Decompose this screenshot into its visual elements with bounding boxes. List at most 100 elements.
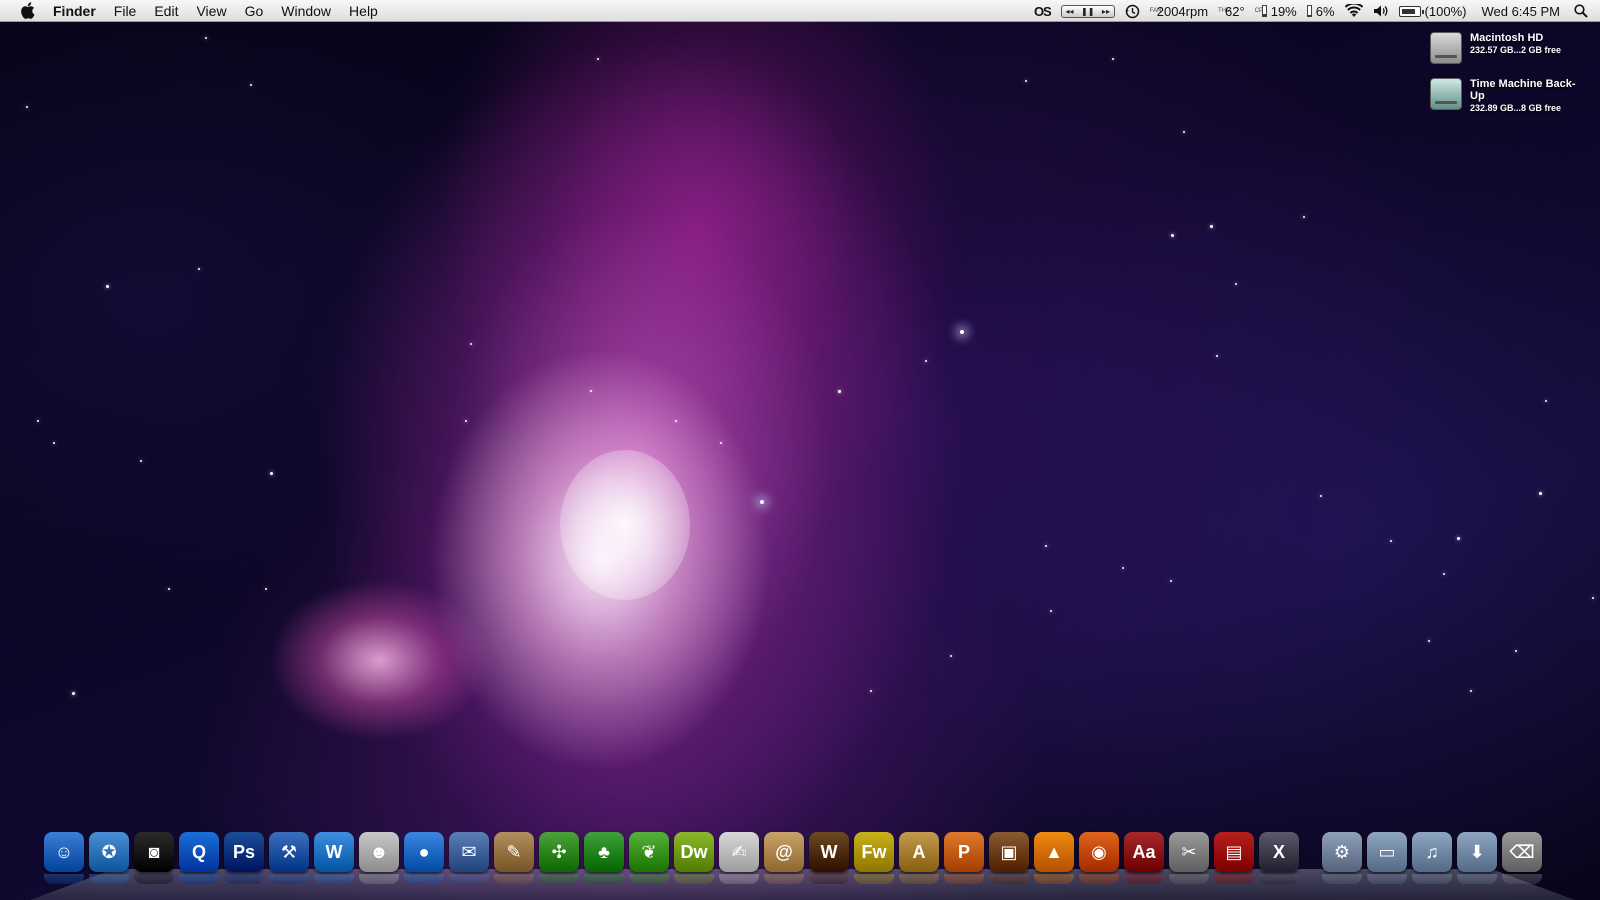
menu-window[interactable]: Window (272, 0, 340, 22)
wifi-menu[interactable] (1340, 0, 1368, 22)
menu-file[interactable]: File (105, 0, 146, 22)
pages-glyph: P (957, 841, 970, 862)
cpu-usage[interactable]: CPU 19% (1250, 0, 1302, 22)
menu-help[interactable]: Help (340, 0, 387, 22)
temperature[interactable]: THM 62° (1213, 0, 1250, 22)
dock-fireworks-icon[interactable]: Fw (854, 832, 894, 884)
dock-documents-stack[interactable]: ▭ (1367, 832, 1407, 884)
star (1235, 283, 1237, 285)
star (760, 500, 764, 504)
previous-track-icon[interactable]: ◂◂ (1065, 7, 1073, 16)
dock-app-store-a-icon[interactable]: A (899, 832, 939, 884)
volume-macintosh-hd[interactable]: Macintosh HD 232.57 GB...2 GB free (1430, 32, 1582, 64)
star (1592, 597, 1594, 599)
star (960, 330, 964, 334)
pause-icon[interactable]: ❚❚ (1081, 7, 1094, 16)
dock-photo-stack-icon[interactable]: ▤ (1214, 832, 1254, 884)
star (1210, 225, 1213, 228)
xcode-glyph: ⚒ (280, 841, 298, 862)
star (925, 360, 927, 362)
time-machine-drive-icon (1430, 78, 1462, 110)
dock-xcode-icon[interactable]: ⚒ (269, 832, 309, 884)
dock-reflection (134, 874, 174, 884)
dock-network-icon[interactable]: ✣ (539, 832, 579, 884)
dock-dictionary-icon[interactable]: Aa (1124, 832, 1164, 884)
fan-speed[interactable]: FAN 2004rpm (1145, 0, 1213, 22)
dock-osx-icon[interactable]: X (1259, 832, 1299, 884)
dock-photo-booth-icon[interactable]: ◙ (134, 832, 174, 884)
star (1470, 690, 1472, 692)
star (265, 588, 267, 590)
star (1170, 580, 1172, 582)
dock-reflection (1322, 874, 1362, 884)
dock-world-of-warcraft-icon[interactable]: W (809, 832, 849, 884)
memory-usage[interactable]: 6% (1302, 0, 1340, 22)
dock-trash[interactable]: ⌫ (1502, 832, 1542, 884)
photo-stack-glyph: ▤ (1225, 841, 1243, 862)
battery-menu[interactable]: (100%) (1394, 0, 1472, 22)
dock-vlc-icon[interactable]: ▲ (1034, 832, 1074, 884)
dock-reflection (359, 874, 399, 884)
star (470, 343, 472, 345)
dock-adium-icon[interactable]: ♣ (584, 832, 624, 884)
volume-menu[interactable] (1368, 0, 1394, 22)
menu-view[interactable]: View (187, 0, 235, 22)
time-machine-menu[interactable] (1120, 0, 1145, 22)
desktop-wallpaper[interactable] (0, 0, 1600, 900)
spotlight-button[interactable] (1570, 0, 1600, 22)
star (270, 472, 273, 475)
apple-menu-icon[interactable] (19, 2, 35, 19)
trash-glyph: ⌫ (1509, 841, 1535, 862)
volume-info: 232.89 GB...8 GB free (1470, 103, 1562, 113)
media-controls[interactable]: ◂◂ ❚❚ ▸▸ (1056, 0, 1120, 22)
dock-dreamweaver-w-icon[interactable]: W (314, 832, 354, 884)
os-extra[interactable]: OS (1029, 0, 1056, 22)
star (1390, 540, 1392, 542)
star (838, 390, 841, 393)
app-store-a-glyph: A (912, 841, 926, 862)
dock-applications-stack[interactable]: ⚙ (1322, 832, 1362, 884)
menu-app-name[interactable]: Finder (53, 0, 105, 22)
cpu-gauge-icon (1261, 5, 1267, 17)
dock-reflection (1259, 874, 1299, 884)
dock-reflection (584, 874, 624, 884)
dock-finder-icon[interactable]: ☺ (44, 832, 84, 884)
star (26, 106, 28, 108)
dock-preview-icon[interactable]: ✉ (449, 832, 489, 884)
dock-iphoto-icon[interactable]: ✎ (494, 832, 534, 884)
dock-music-stack[interactable]: ♫ (1412, 832, 1452, 884)
dock-photoshop-icon[interactable]: Ps (224, 832, 264, 884)
textedit-glyph: ✍ (731, 841, 747, 862)
dock-pages-icon[interactable]: P (944, 832, 984, 884)
dock-dreamweaver-icon[interactable]: Dw (674, 832, 714, 884)
dock-ichat-icon[interactable]: ● (404, 832, 444, 884)
world-of-warcraft-glyph: W (820, 841, 838, 862)
os-extra-label: OS (1033, 3, 1052, 19)
dock-image-capture-icon[interactable]: ▣ (989, 832, 1029, 884)
star (1025, 80, 1027, 82)
dock-reflection (854, 874, 894, 884)
star (250, 84, 252, 86)
clock-value: Wed 6:45 PM (1481, 3, 1560, 19)
star (870, 690, 872, 692)
star (1122, 567, 1124, 569)
menu-edit[interactable]: Edit (145, 0, 187, 22)
cpu-tag: CPU (1255, 8, 1268, 14)
dock-safari-icon[interactable]: ✪ (89, 832, 129, 884)
next-track-icon[interactable]: ▸▸ (1102, 7, 1110, 16)
dock-textedit-icon[interactable]: ✍ (719, 832, 759, 884)
menu-go[interactable]: Go (236, 0, 273, 22)
dock-downloads-stack[interactable]: ⬇ (1457, 832, 1497, 884)
volume-time-machine[interactable]: Time Machine Back-Up 232.89 GB...8 GB fr… (1430, 78, 1582, 114)
dock-reflection (449, 874, 489, 884)
iphoto-glyph: ✎ (506, 841, 522, 862)
dock-reflection (1457, 874, 1497, 884)
clock[interactable]: Wed 6:45 PM (1471, 0, 1570, 22)
dock-firefox-icon[interactable]: ◉ (1079, 832, 1119, 884)
dock-ichat-head-icon[interactable]: ☻ (359, 832, 399, 884)
dock-quicktime-icon[interactable]: Q (179, 832, 219, 884)
star (198, 268, 200, 270)
dock-address-book-icon[interactable]: @ (764, 832, 804, 884)
dock-coda-icon[interactable]: ❦ (629, 832, 669, 884)
dock-script-editor-icon[interactable]: ✂ (1169, 832, 1209, 884)
